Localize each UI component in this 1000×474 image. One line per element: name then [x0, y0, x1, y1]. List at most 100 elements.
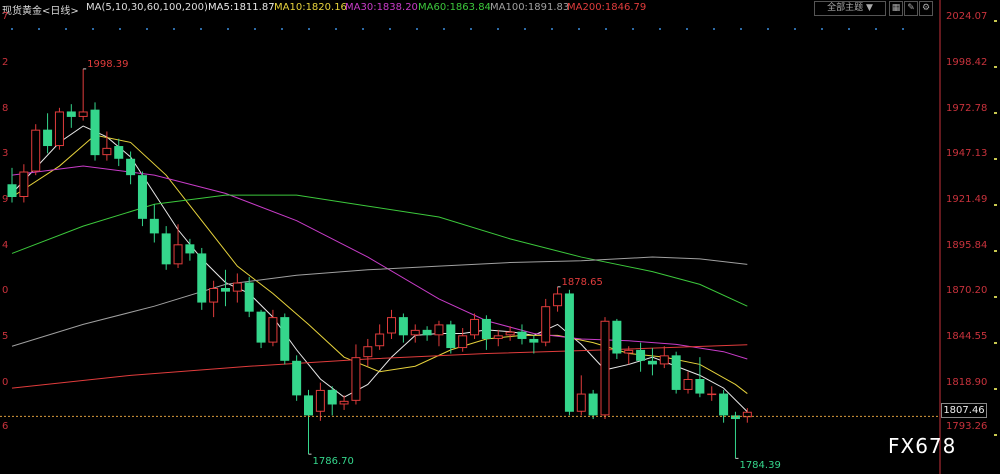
marker-dot — [92, 28, 94, 30]
left-tick: 9 — [2, 194, 9, 205]
candle-body — [304, 395, 313, 416]
marker-dot — [578, 28, 580, 30]
candle-body — [54, 111, 64, 147]
marker-dot — [119, 28, 121, 30]
candle-body — [398, 317, 408, 336]
candle-body — [280, 317, 290, 361]
candle-body — [529, 338, 539, 343]
candle-body — [363, 346, 373, 358]
candle-body — [197, 253, 207, 303]
candle-body — [600, 320, 610, 416]
candle-body — [244, 282, 254, 312]
marker-dot — [416, 28, 418, 30]
marker-dot — [767, 28, 769, 30]
low-annotation: 1784.39 — [739, 460, 781, 472]
candle-body — [268, 317, 278, 343]
candle-body — [137, 175, 147, 219]
candle-body — [647, 360, 657, 365]
candlestick-chart[interactable] — [0, 0, 1000, 474]
marker-dot — [200, 28, 202, 30]
candle-body — [553, 293, 563, 307]
marker-dot — [740, 28, 742, 30]
candle-body — [66, 111, 76, 117]
marker-dot — [659, 28, 661, 30]
marker-dot — [173, 28, 175, 30]
scroll-strip[interactable] — [990, 0, 1000, 474]
candle-body — [493, 335, 503, 339]
candle-body — [671, 355, 681, 390]
marker-dot — [794, 28, 796, 30]
candle-body — [292, 360, 302, 396]
high-annotation: 1998.39 — [87, 58, 129, 70]
candle-body — [612, 320, 622, 354]
candle-body — [220, 288, 230, 292]
candle-body — [505, 331, 515, 336]
candle-body — [576, 393, 586, 412]
candle-body — [102, 147, 112, 156]
low-annotation: 1786.70 — [312, 456, 354, 468]
marker-dot — [470, 28, 472, 30]
candle-body — [636, 349, 646, 361]
left-tick: 0 — [2, 377, 9, 388]
left-tick: 2 — [2, 57, 9, 68]
marker-dot — [443, 28, 445, 30]
candle-body — [434, 324, 444, 336]
left-tick: 5 — [2, 331, 9, 342]
y-tick: 2024.07 — [946, 11, 988, 22]
marker-dot — [524, 28, 526, 30]
candle-body — [410, 329, 420, 336]
candle-body — [327, 389, 337, 405]
marker-dot — [605, 28, 607, 30]
marker-dot — [902, 28, 904, 30]
candle-body — [719, 393, 729, 416]
candle-body — [43, 129, 53, 147]
candle-body — [541, 306, 551, 343]
candle-body — [185, 244, 195, 254]
marker-dot — [821, 28, 823, 30]
marker-dot — [11, 28, 13, 30]
candle-body — [114, 146, 124, 159]
high-annotation: 1878.65 — [561, 276, 603, 288]
y-tick: 1818.90 — [946, 377, 988, 388]
candle-body — [624, 349, 634, 354]
candle-body — [31, 129, 41, 172]
candle-body — [375, 333, 385, 347]
candle-body — [209, 288, 219, 303]
marker-dot — [65, 28, 67, 30]
candle-body — [422, 329, 432, 336]
candle-body — [90, 109, 100, 156]
ma60-line — [11, 194, 748, 307]
marker-dot — [632, 28, 634, 30]
candle-body — [232, 282, 242, 292]
candle-body — [339, 400, 349, 405]
candle-body — [458, 335, 468, 349]
candle-body — [470, 318, 480, 336]
candle-body — [126, 158, 136, 176]
candle-body — [446, 324, 456, 349]
marker-dot — [254, 28, 256, 30]
marker-dot — [362, 28, 364, 30]
candle-body — [707, 393, 717, 396]
marker-dot — [848, 28, 850, 30]
left-tick: 7 — [2, 11, 9, 22]
marker-dot — [389, 28, 391, 30]
marker-dot — [686, 28, 688, 30]
candle-body — [588, 393, 598, 416]
y-tick: 1844.55 — [946, 331, 988, 342]
candle-body — [256, 311, 266, 343]
marker-dot — [308, 28, 310, 30]
left-tick: 0 — [2, 285, 9, 296]
y-tick: 1921.49 — [946, 194, 988, 205]
candle-body — [173, 244, 183, 265]
watermark-logo: FX678 — [888, 434, 957, 458]
marker-dot — [713, 28, 715, 30]
y-tick: 1972.78 — [946, 103, 988, 114]
candle-body — [7, 184, 17, 197]
marker-dot — [227, 28, 229, 30]
y-tick: 1870.20 — [946, 285, 988, 296]
marker-dot — [146, 28, 148, 30]
candle-body — [659, 355, 669, 365]
y-tick: 1947.13 — [946, 148, 988, 159]
marker-dot — [875, 28, 877, 30]
y-tick: 1793.26 — [946, 421, 988, 432]
